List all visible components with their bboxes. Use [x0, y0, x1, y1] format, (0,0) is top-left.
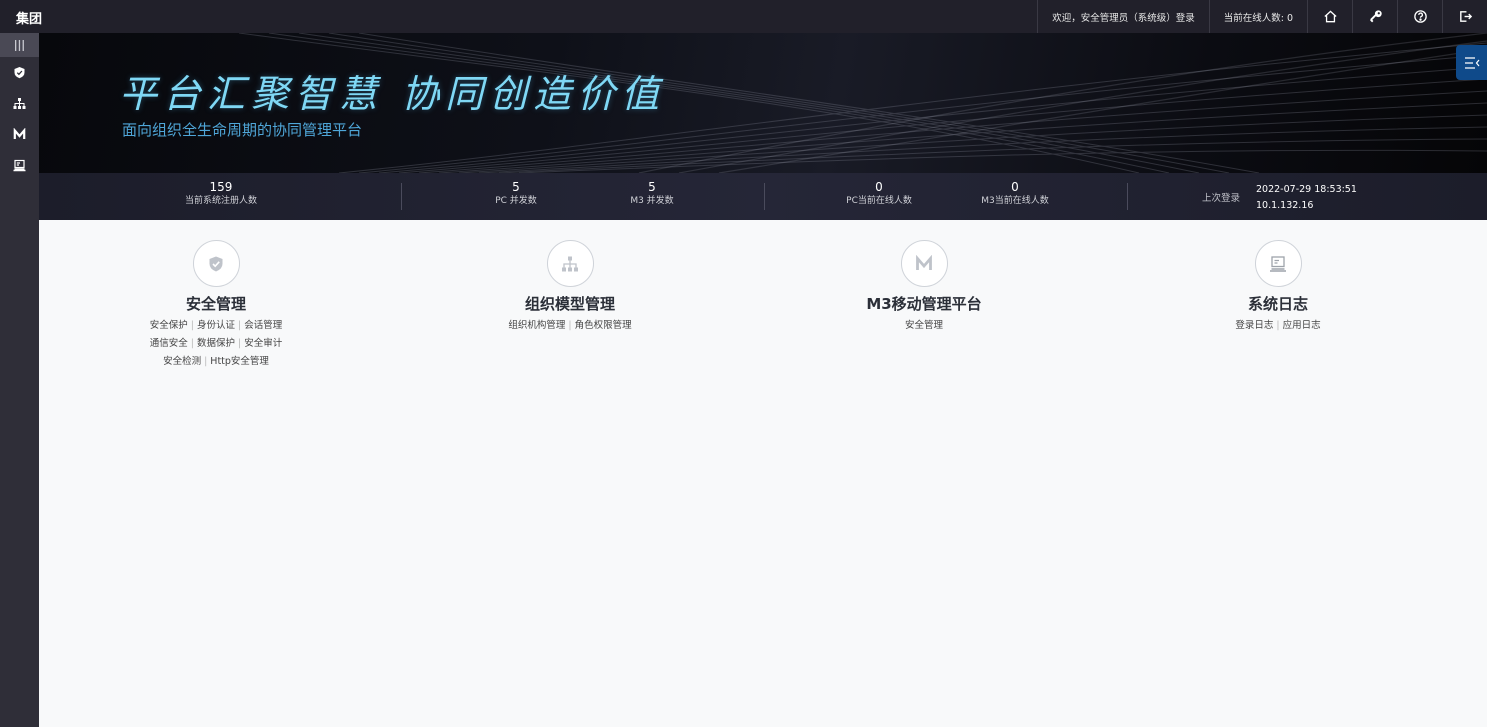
top-bar: 集团 欢迎，安全管理员（系统级）登录 当前在线人数: 0 [0, 0, 1487, 33]
module-m3-icon-button[interactable] [900, 240, 948, 287]
sidebar-item-security[interactable] [0, 57, 39, 88]
module-link-row: 安全管理 [799, 317, 1049, 335]
brand-name: 集团 [16, 12, 43, 27]
banner-subtitle: 面向组织全生命周期的协同管理平台 [122, 121, 363, 139]
m3-icon [13, 128, 26, 139]
link-separator: | [190, 338, 194, 349]
module-title[interactable]: 组织模型管理 [445, 295, 695, 313]
stat-registered-value: 159 [209, 180, 233, 194]
banner: 平台汇聚智慧 协同创造价值 面向组织全生命周期的协同管理平台 [39, 33, 1487, 173]
logout-button[interactable] [1442, 0, 1487, 33]
link-session-management[interactable]: 会话管理 [244, 320, 282, 331]
link-http-security[interactable]: Http安全管理 [210, 356, 269, 367]
sidebar-menu-toggle[interactable] [0, 33, 39, 57]
module-links: 登录日志 | 应用日志 [1153, 317, 1403, 335]
home-icon [1323, 10, 1337, 23]
link-data-protection[interactable]: 数据保护 [197, 338, 235, 349]
module-system-log: 系统日志 登录日志 | 应用日志 [1153, 240, 1403, 335]
module-link-row: 安全保护 | 身份认证 | 会话管理 [91, 317, 341, 335]
module-organization-icon-button[interactable] [546, 240, 594, 287]
link-separator: | [568, 320, 572, 331]
module-links: 安全管理 [799, 317, 1049, 335]
shield-icon [14, 67, 25, 79]
module-links: 组织机构管理 | 角色权限管理 [445, 317, 695, 335]
stat-m3-concurrent: 5 M3 并发数 [630, 180, 673, 208]
stat-registered: 159 当前系统注册人数 [185, 180, 257, 208]
link-app-log[interactable]: 应用日志 [1283, 320, 1321, 331]
help-button[interactable] [1397, 0, 1442, 33]
last-login-time: 2022-07-29 18:53:51 [1256, 184, 1357, 195]
top-right-area: 欢迎，安全管理员（系统级）登录 当前在线人数: 0 [1037, 0, 1487, 33]
stat-pc-concurrent-label: PC 并发数 [495, 196, 537, 206]
last-login-label: 上次登录 [1202, 193, 1241, 204]
stat-m3-online-value: 0 [1011, 180, 1019, 194]
sidebar-item-organization[interactable] [0, 88, 39, 119]
stat-divider [1127, 183, 1128, 210]
stat-divider [764, 183, 765, 210]
module-link-row: 登录日志 | 应用日志 [1153, 317, 1403, 335]
menu-icon [15, 39, 24, 51]
stat-pc-online: 0 PC当前在线人数 [846, 180, 912, 208]
module-title[interactable]: M3移动管理平台 [799, 295, 1049, 313]
link-org-structure[interactable]: 组织机构管理 [508, 320, 565, 331]
stat-m3-concurrent-label: M3 并发数 [630, 196, 674, 206]
link-separator: | [190, 320, 194, 331]
module-link-row: 通信安全 | 数据保护 | 安全审计 [91, 335, 341, 353]
link-login-log[interactable]: 登录日志 [1235, 320, 1273, 331]
module-link-row: 安全检测 | Http安全管理 [91, 353, 341, 371]
module-links: 安全保护 | 身份认证 | 会话管理 通信安全 | 数据保护 | 安全审计 安全检测 | Http安… [91, 317, 341, 371]
link-security-audit[interactable]: 安全审计 [244, 338, 282, 349]
module-security-icon-button[interactable] [192, 240, 240, 287]
home-button[interactable] [1307, 0, 1352, 33]
help-icon [1413, 10, 1427, 23]
online-count: 当前在线人数: 0 [1208, 0, 1307, 33]
key-icon [1369, 10, 1382, 23]
module-title[interactable]: 安全管理 [91, 295, 341, 313]
sidebar [0, 33, 39, 727]
stat-pc-online-label: PC当前在线人数 [846, 196, 912, 206]
stats-bar: 159 当前系统注册人数 5 PC 并发数 5 M3 并发数 0 PC当前在线人… [39, 173, 1487, 220]
password-button[interactable] [1352, 0, 1397, 33]
stat-m3-online-label: M3当前在线人数 [981, 196, 1049, 206]
panel-toggle-button[interactable] [1456, 45, 1487, 80]
stat-pc-online-value: 0 [875, 180, 883, 194]
stat-m3-concurrent-value: 5 [648, 180, 656, 194]
module-link-row: 组织机构管理 | 角色权限管理 [445, 317, 695, 335]
m3-icon [916, 254, 932, 270]
stat-pc-concurrent-value: 5 [512, 180, 520, 194]
org-tree-icon [562, 256, 578, 271]
sidebar-item-logs[interactable] [0, 150, 39, 181]
link-separator: | [238, 320, 242, 331]
welcome-text: 欢迎，安全管理员（系统级）登录 [1037, 0, 1209, 33]
module-m3: M3移动管理平台 安全管理 [799, 240, 1049, 335]
module-security: 安全管理 安全保护 | 身份认证 | 会话管理 通信安全 | 数据保护 | 安全审计 安全检测 |… [91, 240, 341, 371]
banner-slogan: 平台汇聚智慧 协同创造价值 [119, 72, 666, 116]
link-identity-auth[interactable]: 身份认证 [197, 320, 235, 331]
module-system-log-icon-button[interactable] [1254, 240, 1302, 287]
collapse-panel-icon [1464, 56, 1479, 69]
link-separator: | [238, 338, 242, 349]
stat-divider [401, 183, 402, 210]
last-login-ip: 10.1.132.16 [1256, 200, 1314, 211]
module-title[interactable]: 系统日志 [1153, 295, 1403, 313]
module-organization: 组织模型管理 组织机构管理 | 角色权限管理 [445, 240, 695, 335]
computer-icon [13, 159, 26, 172]
stat-registered-label: 当前系统注册人数 [184, 196, 258, 206]
computer-icon [1270, 255, 1286, 272]
stat-pc-concurrent: 5 PC 并发数 [495, 180, 537, 208]
link-role-permission[interactable]: 角色权限管理 [575, 320, 632, 331]
logout-icon [1459, 11, 1472, 22]
link-security-detection[interactable]: 安全检测 [163, 356, 201, 367]
stat-m3-online: 0 M3当前在线人数 [981, 180, 1049, 208]
link-separator: | [1276, 320, 1280, 331]
sidebar-item-m3[interactable] [0, 119, 39, 150]
link-m3-security[interactable]: 安全管理 [905, 320, 943, 331]
link-separator: | [204, 356, 208, 367]
link-communication-security[interactable]: 通信安全 [150, 338, 188, 349]
last-login-info: 2022-07-29 18:53:51 10.1.132.16 [1256, 182, 1357, 214]
link-security-protection[interactable]: 安全保护 [150, 320, 188, 331]
org-tree-icon [13, 98, 26, 109]
shield-icon [209, 256, 223, 271]
